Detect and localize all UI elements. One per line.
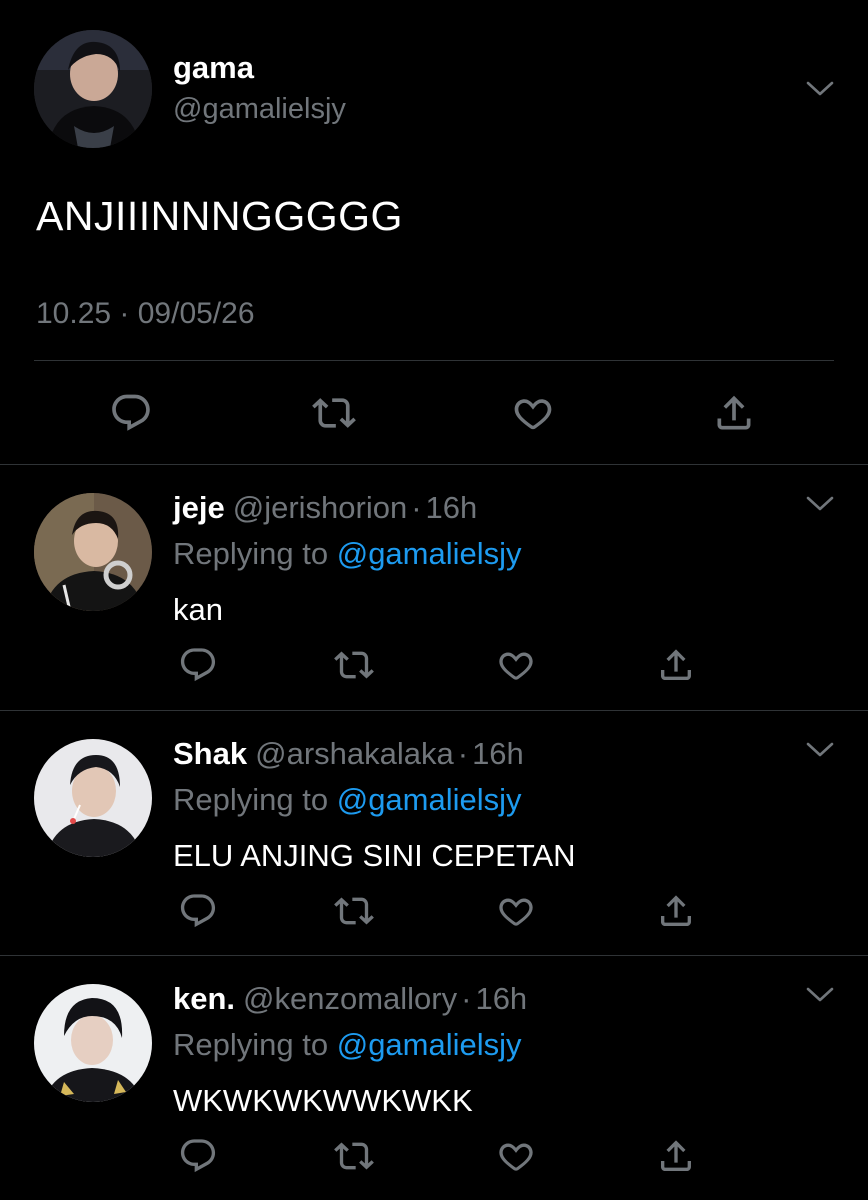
avatar[interactable]: [34, 739, 152, 857]
replying-label: Replying to: [173, 1027, 329, 1062]
display-name[interactable]: jeje: [173, 490, 225, 525]
replying-label: Replying to: [173, 782, 329, 817]
reply-header: ken. @kenzomallory · 16h: [173, 980, 527, 1018]
chevron-down-icon[interactable]: [805, 741, 835, 759]
user-handle[interactable]: @jerishorion: [233, 490, 407, 525]
heart-icon[interactable]: [496, 891, 536, 931]
divider: [34, 360, 834, 361]
retweet-icon[interactable]: [312, 391, 356, 435]
replying-to: Replying to @gamalielsjy: [173, 535, 522, 573]
retweet-icon[interactable]: [334, 891, 374, 931]
avatar[interactable]: [34, 30, 152, 148]
heart-icon[interactable]: [496, 645, 536, 685]
tweet-thread-screen: gama @gamalielsjy ANJIIINNNGGGGG 10.25 ·…: [0, 0, 868, 1200]
replying-to: Replying to @gamalielsjy: [173, 781, 522, 819]
separator-dot: ·: [461, 981, 472, 1016]
share-icon[interactable]: [656, 645, 696, 685]
reply-tweet[interactable]: Shak @arshakalaka · 16h Replying to @gamali…: [0, 711, 868, 956]
reply-tweet[interactable]: jeje @jerishorion · 16h Replying to @gamali…: [0, 465, 868, 710]
mention-link[interactable]: @gamalielsjy: [337, 782, 522, 817]
separator-dot: ·: [411, 490, 422, 525]
chevron-down-icon[interactable]: [805, 80, 835, 98]
mention-link[interactable]: @gamalielsjy: [337, 1027, 522, 1062]
main-tweet: gama @gamalielsjy ANJIIINNNGGGGG 10.25 ·…: [0, 0, 868, 464]
avatar[interactable]: [34, 984, 152, 1102]
share-icon[interactable]: [656, 891, 696, 931]
user-handle[interactable]: @arshakalaka: [255, 736, 454, 771]
tweet-text: ANJIIINNNGGGGG: [36, 193, 403, 239]
replying-to: Replying to @gamalielsjy: [173, 1026, 522, 1064]
profile-photo-image: [34, 739, 152, 857]
share-icon[interactable]: [656, 1136, 696, 1176]
user-handle[interactable]: @gamalielsjy: [173, 92, 346, 126]
mention-link[interactable]: @gamalielsjy: [337, 536, 522, 571]
replying-label: Replying to: [173, 536, 329, 571]
reply-text: kan: [173, 592, 223, 627]
reply-icon[interactable]: [109, 391, 153, 435]
relative-time[interactable]: 16h: [472, 736, 524, 771]
chevron-down-icon[interactable]: [805, 495, 835, 513]
profile-photo-image: [34, 984, 152, 1102]
display-name[interactable]: Shak: [173, 736, 247, 771]
retweet-icon[interactable]: [334, 1136, 374, 1176]
chevron-down-icon[interactable]: [805, 986, 835, 1004]
reply-icon[interactable]: [178, 1136, 218, 1176]
user-handle[interactable]: @kenzomallory: [243, 981, 457, 1016]
tweet-timestamp[interactable]: 10.25 · 09/05/26: [36, 296, 255, 332]
separator-dot: ·: [457, 736, 469, 771]
reply-icon[interactable]: [178, 891, 218, 931]
heart-icon[interactable]: [511, 391, 555, 435]
avatar[interactable]: [34, 493, 152, 611]
reply-text: WKWKWKWWKWKK: [173, 1083, 473, 1118]
display-name[interactable]: ken.: [173, 981, 235, 1016]
reply-header: jeje @jerishorion · 16h: [173, 489, 477, 527]
display-name[interactable]: gama: [173, 50, 254, 86]
relative-time[interactable]: 16h: [426, 490, 478, 525]
reply-header: Shak @arshakalaka · 16h: [173, 735, 524, 773]
reply-icon[interactable]: [178, 645, 218, 685]
reply-text: ELU ANJING SINI CEPETAN: [173, 838, 576, 873]
heart-icon[interactable]: [496, 1136, 536, 1176]
reply-tweet[interactable]: ken. @kenzomallory · 16h Replying to @gamal…: [0, 956, 868, 1200]
share-icon[interactable]: [712, 391, 756, 435]
profile-photo-image: [34, 493, 152, 611]
profile-photo-image: [34, 30, 152, 148]
retweet-icon[interactable]: [334, 645, 374, 685]
relative-time[interactable]: 16h: [475, 981, 527, 1016]
